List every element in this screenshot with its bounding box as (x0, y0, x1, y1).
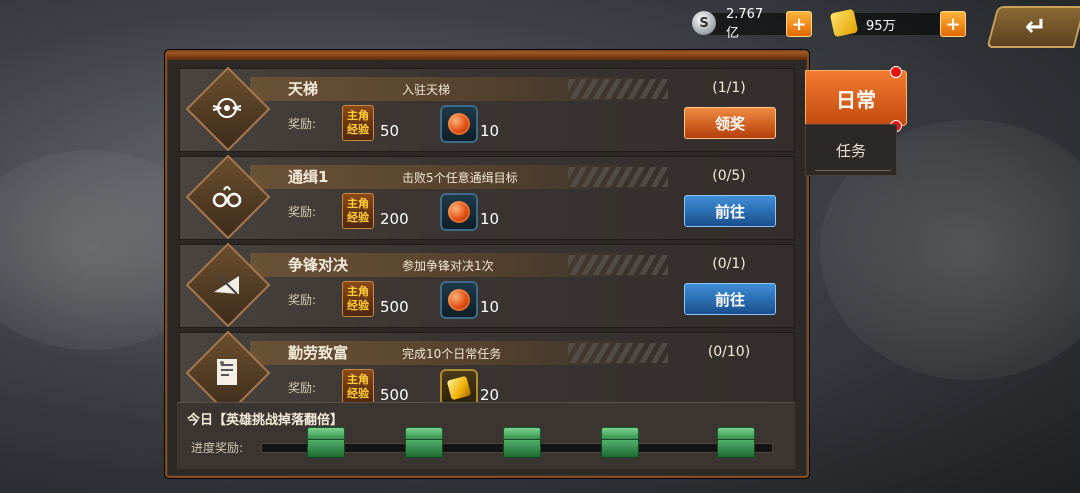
exp-badge-line1: 主角 (347, 285, 369, 298)
duel-icon (207, 264, 247, 304)
task-row: 争锋对决 参加争锋对决1次 (0/1) 奖励: 主角 经验 500 10 前往 (179, 242, 795, 328)
back-button[interactable]: ↵ (986, 6, 1080, 48)
tab-task[interactable]: 任务 (805, 124, 897, 176)
handcuffs-icon (207, 176, 247, 216)
exp-reward-value: 500 (380, 298, 409, 316)
reward-label: 奖励: (288, 293, 317, 307)
decorative-hatch (568, 79, 668, 99)
green-chest-icon[interactable] (503, 427, 541, 458)
orb-reward (440, 105, 478, 143)
silver-pill: S 2.767亿 + (692, 7, 812, 41)
green-chest-icon[interactable] (601, 427, 639, 458)
task-description: 完成10个日常任务 (402, 347, 502, 361)
task-name: 勤劳致富 (288, 344, 349, 362)
exp-badge-line2: 经验 (347, 387, 369, 400)
exp-badge-icon: 主角 经验 (342, 193, 374, 229)
green-chest-icon[interactable] (405, 427, 443, 458)
orb-icon (448, 113, 470, 135)
exp-badge-icon: 主角 经验 (342, 369, 374, 405)
item-reward-value: 10 (480, 122, 500, 140)
orb-icon (448, 201, 470, 223)
tab-task-label: 任务 (835, 141, 866, 160)
add-silver-button[interactable]: + (786, 11, 812, 37)
task-progress: (0/1) (712, 256, 746, 272)
go-button[interactable]: 前往 (684, 195, 776, 227)
gold-value: 95万 (866, 18, 896, 34)
task-name: 争锋对决 (288, 256, 349, 274)
daily-progress-footer: 今日【英雄挑战掉落翻倍】 进度奖励: (177, 402, 795, 469)
task-description: 参加争锋对决1次 (402, 259, 494, 273)
progress-reward-label: 进度奖励: (191, 441, 244, 455)
green-chest-icon[interactable] (307, 427, 345, 458)
gold-gem-icon (446, 375, 472, 401)
go-button[interactable]: 前往 (684, 283, 776, 315)
claim-reward-button[interactable]: 领奖 (684, 107, 776, 139)
notification-dot (890, 66, 902, 78)
exp-badge-line2: 经验 (347, 299, 369, 312)
document-icon (207, 352, 247, 392)
task-name: 通缉1 (288, 168, 329, 186)
task-description: 击败5个任意通缉目标 (402, 171, 518, 185)
gold-ingot-icon (829, 8, 859, 38)
reward-label: 奖励: (288, 381, 317, 395)
exp-reward-value: 200 (380, 210, 409, 228)
ladder-emblem-icon (207, 88, 247, 128)
exp-badge-icon: 主角 经验 (342, 281, 374, 317)
exp-reward-value: 50 (380, 122, 400, 140)
tab-daily[interactable]: 日常 (805, 70, 907, 126)
task-row: 天梯 入驻天梯 (1/1) 奖励: 主角 经验 50 10 领奖 (179, 66, 795, 152)
decorative-hatch (568, 255, 668, 275)
task-row: 通缉1 击败5个任意通缉目标 (0/5) 奖励: 主角 经验 200 10 前往 (179, 154, 795, 240)
task-description: 入驻天梯 (402, 83, 451, 97)
task-panel: 天梯 入驻天梯 (1/1) 奖励: 主角 经验 50 10 领奖 通缉1 击败5个… (165, 50, 809, 478)
tab-daily-label: 日常 (836, 87, 876, 112)
silver-resource: S 2.767亿 + (692, 7, 812, 41)
item-reward-value: 10 (480, 210, 500, 228)
orb-reward (440, 281, 478, 319)
task-name: 天梯 (288, 80, 319, 98)
task-progress: (1/1) (712, 80, 746, 96)
tab-divider (815, 170, 891, 171)
decorative-hatch (568, 167, 668, 187)
task-list: 天梯 入驻天梯 (1/1) 奖励: 主角 经验 50 10 领奖 通缉1 击败5个… (179, 66, 795, 420)
gold-resource: 95万 + (829, 8, 966, 38)
task-progress: (0/10) (707, 344, 751, 360)
exp-badge-icon: 主角 经验 (342, 105, 374, 141)
back-arrow-icon: ↵ (1025, 12, 1047, 42)
gold-pill: 95万 + (829, 8, 966, 38)
reward-label: 奖励: (288, 117, 317, 131)
panel-header-trim (167, 52, 807, 60)
exp-badge-line1: 主角 (347, 373, 369, 386)
today-bonus-text: 今日【英雄挑战掉落翻倍】 (187, 413, 344, 428)
orb-reward (440, 193, 478, 231)
decorative-hatch (568, 343, 668, 363)
exp-badge-line1: 主角 (347, 109, 369, 122)
exp-badge-line2: 经验 (347, 211, 369, 224)
exp-badge-line1: 主角 (347, 197, 369, 210)
item-reward-value: 10 (480, 298, 500, 316)
orb-icon (448, 289, 470, 311)
add-gold-button[interactable]: + (940, 11, 966, 37)
silver-value: 2.767亿 (726, 7, 764, 41)
reward-label: 奖励: (288, 205, 317, 219)
silver-coin-icon: S (692, 11, 716, 35)
green-chest-icon[interactable] (717, 427, 755, 458)
exp-badge-line2: 经验 (347, 123, 369, 136)
task-progress: (0/5) (712, 168, 746, 184)
